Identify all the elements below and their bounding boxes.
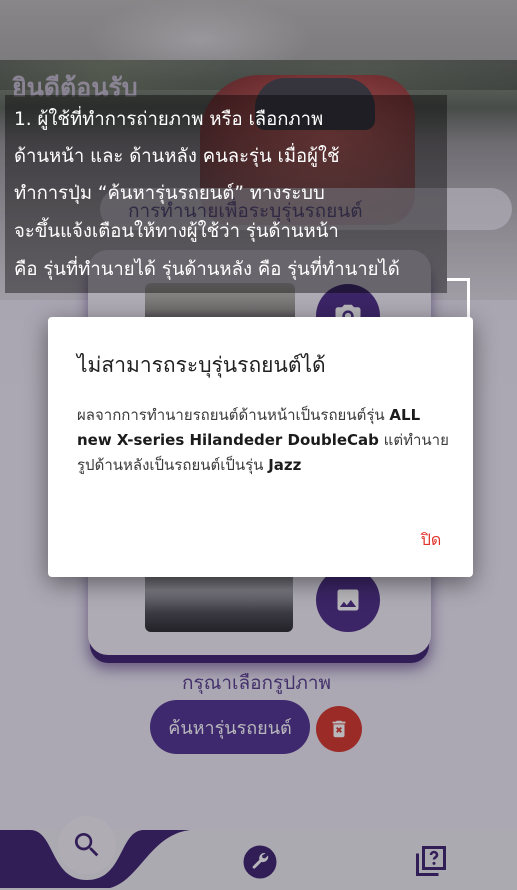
instruction-line: คือ รุ่นที่ทำนายได้ รุ่นด้านหลัง คือ รุ่… xyxy=(14,259,400,280)
back-model-name: Jazz xyxy=(268,456,302,474)
dialog-message-prefix: ผลจากการทำนายรถยนต์ด้านหน้าเป็นรถยนต์รุ่… xyxy=(77,406,390,424)
alert-dialog: ไม่สามารถระบุรุ่นรถยนต์ได้ ผลจากการทำนาย… xyxy=(48,317,473,577)
instruction-line: ทำการปุ่ม “ค้นหารุ่นรถยนต์” ทางระบบ xyxy=(14,183,325,204)
instruction-line: ด้านหน้า และ ด้านหลัง คนละรุ่น เมื่อผู้ใ… xyxy=(14,146,340,167)
instruction-line: 1. ผู้ใช้ที่ทำการถ่ายภาพ หรือ เลือกภาพ xyxy=(14,109,324,130)
dialog-title: ไม่สามารถระบุรุ่นรถยนต์ได้ xyxy=(77,353,326,377)
instruction-line: จะขึ้นแจ้งเตือนให้ทางผู้ใช้ว่า รุ่นด้านห… xyxy=(14,221,339,242)
dialog-message: ผลจากการทำนายรถยนต์ด้านหน้าเป็นรถยนต์รุ่… xyxy=(77,403,457,478)
dialog-close-button[interactable]: ปิด xyxy=(408,525,454,555)
instruction-overlay: 1. ผู้ใช้ที่ทำการถ่ายภาพ หรือ เลือกภาพ ด… xyxy=(5,95,447,293)
